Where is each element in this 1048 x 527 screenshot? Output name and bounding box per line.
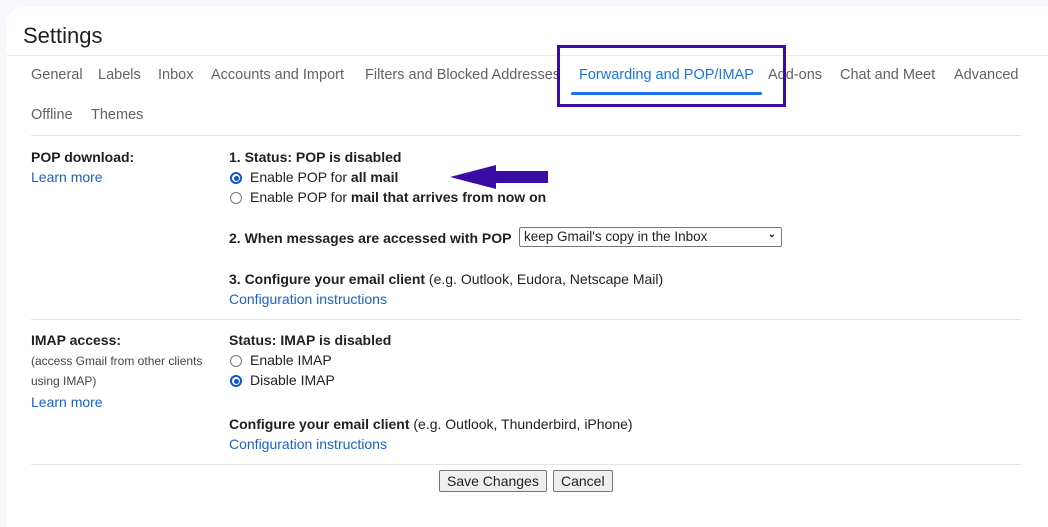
tab-offline[interactable]: Offline bbox=[31, 107, 73, 123]
page-title: Settings bbox=[23, 23, 103, 48]
save-changes-button[interactable]: Save Changes bbox=[439, 470, 547, 492]
configure-label: 3. Configure your email client bbox=[229, 271, 426, 287]
tab-accounts-and-import[interactable]: Accounts and Import bbox=[211, 67, 344, 83]
tab-labels[interactable]: Labels bbox=[98, 67, 141, 83]
radio-pop-all-mail[interactable] bbox=[230, 172, 242, 184]
imap-note-line1: (access Gmail from other clients bbox=[31, 354, 203, 368]
settings-card: Settings General Labels Inbox Accounts a… bbox=[7, 7, 1048, 527]
configure-label: Configure your email client bbox=[229, 416, 410, 432]
divider bbox=[31, 464, 1021, 465]
radio-disable-imap[interactable] bbox=[230, 375, 242, 387]
option-label: Enable IMAP bbox=[250, 352, 332, 368]
radio-enable-imap[interactable] bbox=[230, 355, 242, 367]
chevron-down-icon: ⌄ bbox=[767, 229, 776, 240]
option-prefix: Enable POP for bbox=[250, 169, 351, 185]
select-value: keep Gmail's copy in the Inbox bbox=[524, 229, 708, 244]
imap-config-instructions-link[interactable]: Configuration instructions bbox=[229, 436, 387, 452]
divider bbox=[31, 319, 1021, 320]
pop-learn-more-link[interactable]: Learn more bbox=[31, 169, 103, 185]
imap-access-label: IMAP access: bbox=[31, 332, 122, 348]
divider bbox=[31, 135, 1021, 136]
imap-learn-more-link[interactable]: Learn more bbox=[31, 394, 103, 410]
tab-general[interactable]: General bbox=[31, 67, 83, 83]
imap-status: Status: IMAP is disabled bbox=[229, 332, 392, 348]
option-bold: mail that arrives from now on bbox=[350, 189, 547, 205]
configure-note: (e.g. Outlook, Thunderbird, iPhone) bbox=[409, 416, 633, 432]
tab-inbox[interactable]: Inbox bbox=[158, 67, 193, 83]
cancel-button[interactable]: Cancel bbox=[553, 470, 613, 492]
annotation-arrow-icon bbox=[450, 165, 548, 189]
divider bbox=[7, 55, 1048, 56]
pop-status: 1. Status: POP is disabled bbox=[229, 149, 402, 165]
pop-access-select[interactable]: keep Gmail's copy in the Inbox ⌄ bbox=[519, 227, 782, 247]
tab-themes[interactable]: Themes bbox=[91, 107, 143, 123]
option-label: Disable IMAP bbox=[250, 372, 335, 388]
imap-note-line2: using IMAP) bbox=[31, 374, 97, 388]
pop-config-instructions-link[interactable]: Configuration instructions bbox=[229, 291, 387, 307]
radio-pop-from-now-on[interactable] bbox=[230, 192, 242, 204]
pop-download-label: POP download: bbox=[31, 149, 135, 165]
annotation-highlight-box bbox=[557, 45, 786, 107]
pop-access-label: 2. When messages are accessed with POP bbox=[229, 230, 512, 246]
tab-advanced[interactable]: Advanced bbox=[954, 67, 1019, 83]
tab-chat-and-meet[interactable]: Chat and Meet bbox=[840, 67, 935, 83]
tab-filters-and-blocked-addresses[interactable]: Filters and Blocked Addresses bbox=[365, 67, 560, 83]
option-bold: all mail bbox=[350, 169, 399, 185]
option-prefix: Enable POP for bbox=[250, 189, 351, 205]
configure-note: (e.g. Outlook, Eudora, Netscape Mail) bbox=[425, 271, 664, 287]
